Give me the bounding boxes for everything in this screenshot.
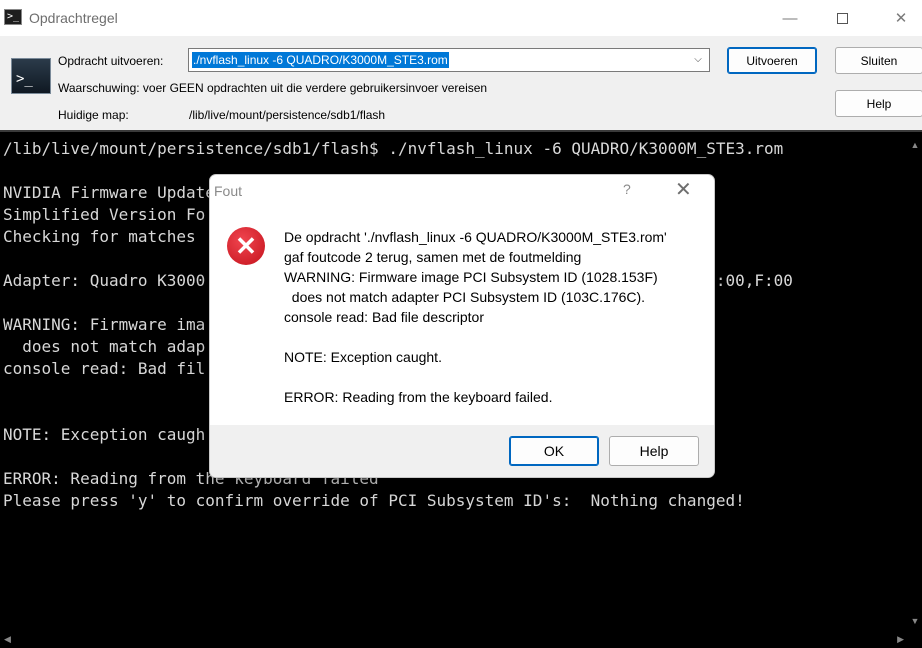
maximize-button[interactable]: [819, 0, 865, 36]
close-button[interactable]: Sluiten: [835, 47, 922, 74]
title-bar: >_ Opdrachtregel — ✕: [0, 0, 922, 36]
dialog-help-button[interactable]: Help: [609, 436, 699, 466]
command-toolbar: >_ Opdracht uitvoeren: ./nvflash_linux -…: [0, 36, 922, 130]
window-close-button[interactable]: ✕: [878, 0, 922, 36]
dialog-footer: OK Help: [210, 425, 714, 477]
current-dir-value: /lib/live/mount/persistence/sdb1/flash: [189, 108, 386, 122]
horizontal-scrollbar[interactable]: ◀ ▶: [0, 632, 922, 648]
command-input[interactable]: ./nvflash_linux -6 QUADRO/K3000M_STE3.ro…: [192, 52, 449, 68]
dialog-message: De opdracht './nvflash_linux -6 QUADRO/K…: [284, 229, 667, 405]
dialog-help-icon[interactable]: ?: [623, 181, 631, 197]
run-button[interactable]: Uitvoeren: [727, 47, 817, 74]
scroll-right-icon[interactable]: ▶: [897, 634, 904, 645]
chevron-down-icon[interactable]: ⌵: [691, 52, 705, 68]
command-label: Opdracht uitvoeren:: [58, 54, 164, 68]
terminal-icon: >_: [4, 9, 22, 25]
help-button[interactable]: Help: [835, 90, 922, 117]
dialog-close-icon[interactable]: ✕: [675, 177, 692, 202]
scroll-left-icon[interactable]: ◀: [4, 634, 11, 645]
command-combobox[interactable]: ./nvflash_linux -6 QUADRO/K3000M_STE3.ro…: [188, 48, 710, 72]
terminal-icon: >_: [11, 58, 51, 94]
window-title: Opdrachtregel: [29, 10, 118, 26]
scroll-down-icon[interactable]: ▼: [908, 616, 922, 626]
error-icon: ✕: [227, 227, 265, 265]
ok-button[interactable]: OK: [509, 436, 599, 466]
warning-text: Waarschuwing: voer GEEN opdrachten uit d…: [58, 81, 488, 95]
error-dialog: Fout ? ✕ ✕ De opdracht './nvflash_linux …: [209, 174, 715, 478]
vertical-scrollbar[interactable]: ▲ ▼: [908, 132, 922, 632]
dialog-title: Fout: [214, 183, 243, 199]
scroll-up-icon[interactable]: ▲: [908, 140, 922, 150]
maximize-icon: [836, 12, 848, 24]
minimize-button[interactable]: —: [767, 0, 813, 36]
current-dir-label: Huidige map:: [58, 108, 129, 122]
